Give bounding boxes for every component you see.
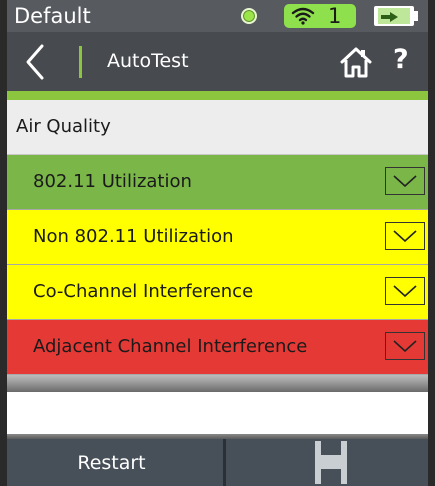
accent-stripe (0, 91, 435, 100)
chevron-down-icon (393, 175, 417, 187)
expand-button[interactable] (385, 167, 425, 195)
save-floppy-icon (315, 441, 347, 484)
home-button[interactable] (339, 45, 373, 79)
help-button[interactable]: ? (393, 42, 409, 78)
home-icon (340, 47, 372, 78)
result-row-80211-utilization[interactable]: 802.11 Utilization (0, 155, 435, 210)
status-indicator-icon (241, 8, 257, 24)
back-chevron-icon (26, 44, 44, 80)
expand-button[interactable] (385, 222, 425, 250)
result-row-label: Non 802.11 Utilization (33, 226, 234, 247)
bottom-toolbar: Restart (0, 439, 435, 486)
chevron-down-icon (393, 230, 417, 242)
result-row-co-channel-interference[interactable]: Co-Channel Interference (0, 265, 435, 320)
wifi-badge[interactable]: 1 (284, 4, 356, 28)
page-title: AutoTest (107, 50, 189, 72)
result-row-label: Co-Channel Interference (33, 281, 254, 302)
nav-divider (79, 46, 82, 78)
expand-button[interactable] (385, 332, 425, 360)
profile-name: Default (14, 4, 91, 28)
chevron-down-icon (393, 340, 417, 352)
result-row-adjacent-channel-interference[interactable]: Adjacent Channel Interference (0, 320, 435, 375)
restart-label: Restart (77, 452, 146, 474)
battery-terminal (414, 11, 418, 21)
result-row-label: Adjacent Channel Interference (33, 336, 308, 357)
empty-panel (0, 392, 435, 434)
wifi-icon (291, 7, 315, 25)
nav-bar: AutoTest ? (0, 32, 435, 91)
section-title: Air Quality (16, 116, 111, 137)
expand-button[interactable] (385, 277, 425, 305)
device-bezel-right (428, 0, 435, 486)
restart-button[interactable]: Restart (0, 439, 223, 486)
back-button[interactable] (16, 42, 56, 82)
status-bar: Default 1 (0, 0, 435, 32)
result-row-label: 802.11 Utilization (33, 171, 192, 192)
save-button[interactable] (226, 439, 435, 486)
section-header: Air Quality (0, 100, 435, 155)
app-screen: Default 1 AutoTest ? Air Quality 802.11 … (0, 0, 435, 486)
wifi-count: 1 (328, 4, 342, 28)
chevron-down-icon (393, 285, 417, 297)
result-row-non-80211-utilization[interactable]: Non 802.11 Utilization (0, 210, 435, 265)
section-divider (0, 375, 435, 392)
battery-charging-icon (374, 6, 414, 26)
device-bezel-left (0, 0, 7, 486)
